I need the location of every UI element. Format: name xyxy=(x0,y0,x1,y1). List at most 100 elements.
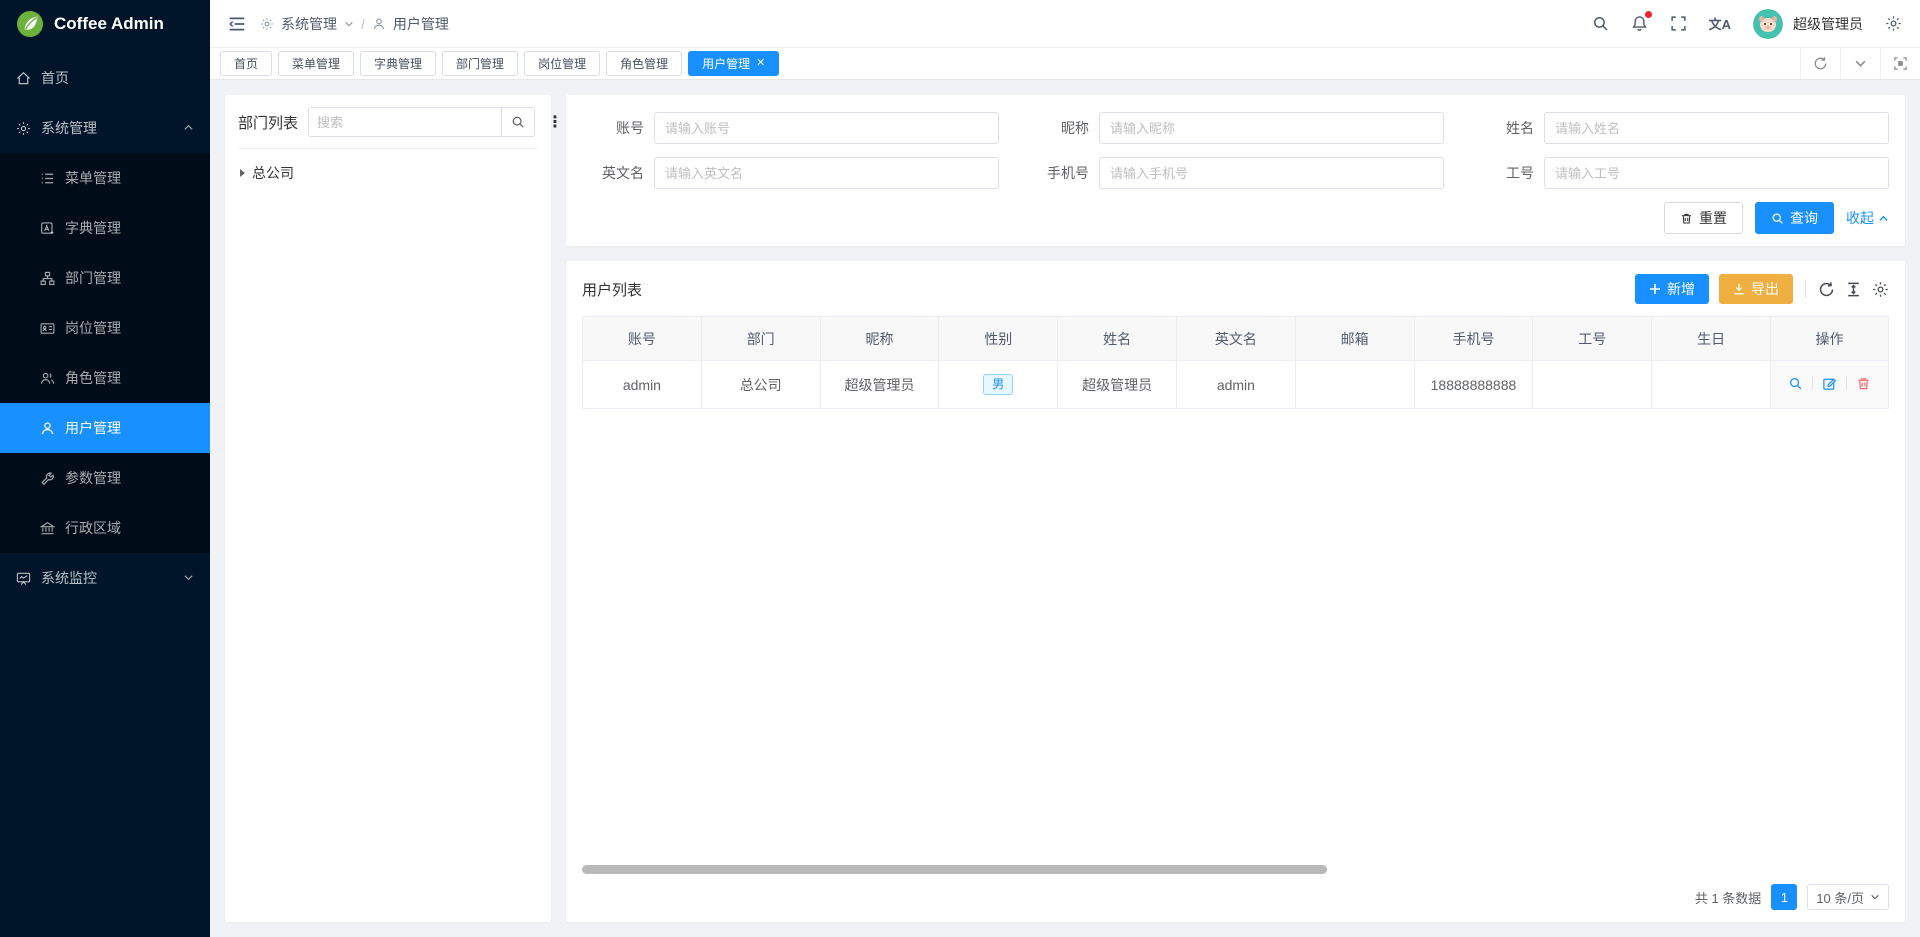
user-table: 账号 部门 昵称 性别 姓名 英文名 邮箱 手机号 工号 生日 xyxy=(582,316,1889,409)
table-panel-header: 用户列表 新增 导出 xyxy=(582,274,1889,304)
plus-icon xyxy=(1649,283,1661,295)
reset-button[interactable]: 重置 xyxy=(1664,202,1743,234)
sidebar-group-system[interactable]: 系统管理 xyxy=(0,103,210,153)
table-row: admin 总公司 超级管理员 男 超级管理员 admin 1888888888… xyxy=(583,361,1889,409)
monitor-icon xyxy=(16,571,31,586)
search-form-panel: 账号 昵称 姓名 英文名 xyxy=(566,95,1905,246)
sidebar-menu: 首页 系统管理 菜单管理 字典管理 部门管理 xyxy=(0,47,210,937)
chevron-up-icon xyxy=(183,120,194,136)
col-gender[interactable]: 性别 xyxy=(939,317,1058,361)
menu-fold-icon[interactable] xyxy=(228,15,246,33)
col-dept[interactable]: 部门 xyxy=(701,317,820,361)
notification-bell-icon[interactable] xyxy=(1631,15,1648,32)
avatar[interactable] xyxy=(1753,9,1783,39)
col-phone[interactable]: 手机号 xyxy=(1414,317,1533,361)
right-column: 账号 昵称 姓名 英文名 xyxy=(566,95,1905,922)
col-account[interactable]: 账号 xyxy=(583,317,702,361)
tab-bar: 首页 菜单管理 字典管理 部门管理 岗位管理 角色管理 用户管理 ✕ xyxy=(210,47,1920,80)
tab-menu-mgmt[interactable]: 菜单管理 xyxy=(278,51,354,76)
gear-icon[interactable] xyxy=(1872,281,1889,298)
tab-bar-controls xyxy=(1800,48,1920,79)
sidebar-item-dept-mgmt[interactable]: 部门管理 xyxy=(0,253,210,303)
chevron-down-icon[interactable] xyxy=(1840,48,1880,79)
tab-dict-mgmt[interactable]: 字典管理 xyxy=(360,51,436,76)
tab-close-icon[interactable]: ✕ xyxy=(756,58,765,69)
page-size-select[interactable]: 10 条/页 xyxy=(1807,884,1889,910)
page-button-1[interactable]: 1 xyxy=(1771,884,1797,910)
tab-dept-mgmt[interactable]: 部门管理 xyxy=(442,51,518,76)
cell-worker-id xyxy=(1533,361,1652,409)
chevron-down-icon xyxy=(183,570,194,586)
col-name[interactable]: 姓名 xyxy=(1058,317,1177,361)
translate-icon[interactable]: 文A xyxy=(1709,14,1731,33)
fullscreen-icon[interactable] xyxy=(1670,15,1687,32)
sidebar-item-post-mgmt[interactable]: 岗位管理 xyxy=(0,303,210,353)
dept-search-button[interactable] xyxy=(501,107,535,137)
refresh-icon[interactable] xyxy=(1800,48,1840,79)
tab-user-mgmt[interactable]: 用户管理 ✕ xyxy=(688,51,779,76)
settings-gear-icon[interactable] xyxy=(1885,15,1902,32)
sidebar-item-region-mgmt[interactable]: 行政区域 xyxy=(0,503,210,553)
bank-icon xyxy=(40,521,55,536)
tab-home[interactable]: 首页 xyxy=(220,51,272,76)
chevron-down-icon xyxy=(344,19,354,29)
list-icon xyxy=(40,171,55,186)
action-divider xyxy=(1812,376,1813,390)
main-area: 系统管理 / 用户管理 文A 超级管理员 xyxy=(210,0,1920,937)
dept-tree: 总公司 xyxy=(238,149,538,187)
cell-english-name: admin xyxy=(1176,361,1295,409)
query-button[interactable]: 查询 xyxy=(1755,202,1834,234)
add-button[interactable]: 新增 xyxy=(1635,274,1709,304)
collapse-link[interactable]: 收起 xyxy=(1846,208,1889,228)
account-input[interactable] xyxy=(654,112,999,144)
form-actions: 重置 查询 收起 xyxy=(582,202,1889,234)
pagination-total: 共 1 条数据 xyxy=(1695,888,1761,907)
col-nickname[interactable]: 昵称 xyxy=(820,317,939,361)
pagination: 共 1 条数据 1 10 条/页 xyxy=(582,880,1889,912)
col-worker-id[interactable]: 工号 xyxy=(1533,317,1652,361)
dept-search-group xyxy=(308,107,535,137)
export-button[interactable]: 导出 xyxy=(1719,274,1793,304)
breadcrumb-level1[interactable]: 系统管理 xyxy=(281,14,337,34)
kebab-menu-icon[interactable]: ⋮ xyxy=(545,112,565,132)
tab-role-mgmt[interactable]: 角色管理 xyxy=(606,51,682,76)
sidebar-item-home[interactable]: 首页 xyxy=(0,53,210,103)
search-icon[interactable] xyxy=(1592,15,1609,32)
worker-id-input[interactable] xyxy=(1544,157,1889,189)
col-actions: 操作 xyxy=(1771,317,1889,361)
trash-icon xyxy=(1680,212,1693,225)
view-icon[interactable] xyxy=(1788,376,1803,391)
sidebar-item-user-mgmt[interactable]: 用户管理 xyxy=(0,403,210,453)
sidebar-item-param-mgmt[interactable]: 参数管理 xyxy=(0,453,210,503)
brand-leaf-icon xyxy=(16,10,44,38)
scrollbar-thumb[interactable] xyxy=(582,865,1327,874)
sidebar-item-role-mgmt[interactable]: 角色管理 xyxy=(0,353,210,403)
edit-icon[interactable] xyxy=(1822,376,1837,391)
name-input[interactable] xyxy=(1544,112,1889,144)
dept-search-input[interactable] xyxy=(308,107,501,137)
row-height-icon[interactable] xyxy=(1845,281,1862,298)
nickname-input[interactable] xyxy=(1099,112,1444,144)
tab-post-mgmt[interactable]: 岗位管理 xyxy=(524,51,600,76)
cell-gender: 男 xyxy=(939,361,1058,409)
caret-right-icon[interactable] xyxy=(240,169,245,177)
user-name[interactable]: 超级管理员 xyxy=(1793,14,1863,34)
cell-account: admin xyxy=(583,361,702,409)
phone-input[interactable] xyxy=(1099,157,1444,189)
refresh-icon[interactable] xyxy=(1818,281,1835,298)
col-email[interactable]: 邮箱 xyxy=(1295,317,1414,361)
col-english-name[interactable]: 英文名 xyxy=(1176,317,1295,361)
search-form-grid: 账号 昵称 姓名 英文名 xyxy=(582,112,1889,189)
english-name-input[interactable] xyxy=(654,157,999,189)
sidebar-item-menu-mgmt[interactable]: 菜单管理 xyxy=(0,153,210,203)
tree-node-company[interactable]: 总公司 xyxy=(238,159,538,187)
maximize-icon[interactable] xyxy=(1880,48,1920,79)
gender-tag: 男 xyxy=(983,374,1013,396)
col-birthday[interactable]: 生日 xyxy=(1652,317,1771,361)
sidebar-item-dict-mgmt[interactable]: 字典管理 xyxy=(0,203,210,253)
delete-icon[interactable] xyxy=(1856,376,1871,391)
sidebar-group-monitor[interactable]: 系统监控 xyxy=(0,553,210,603)
cell-phone: 18888888888 xyxy=(1414,361,1533,409)
search-icon xyxy=(1771,212,1784,225)
dept-panel-header: 部门列表 ⋮ xyxy=(238,107,538,149)
